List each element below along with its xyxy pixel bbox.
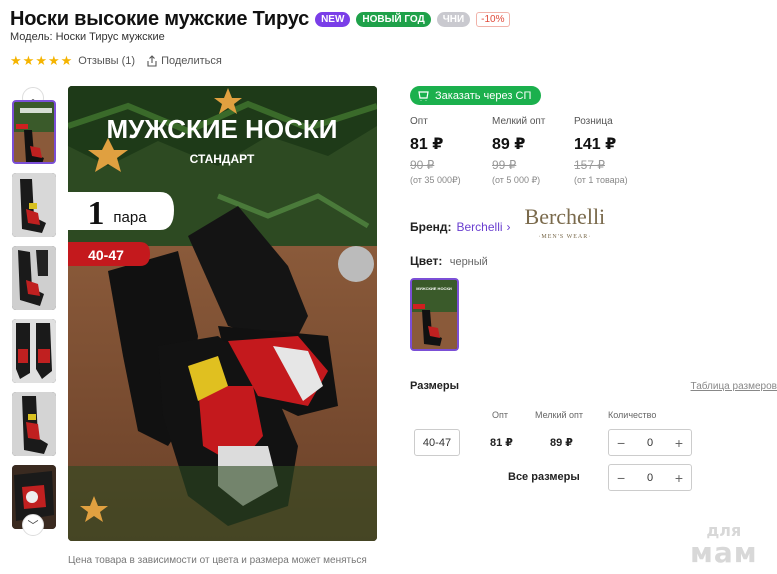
thumbnail-5[interactable] [12, 392, 56, 456]
color-value: черный [449, 256, 488, 268]
minus-button[interactable]: − [617, 435, 625, 451]
star-icon: ★ [60, 53, 73, 68]
star-icon: ★ [35, 53, 47, 68]
quantity-value[interactable]: 0 [647, 437, 653, 449]
color-label: Цвет: [410, 254, 443, 268]
price-value: 141 ₽ [574, 136, 617, 153]
pair-count: 1 [88, 195, 105, 232]
size-chart-link[interactable]: Таблица размеров [691, 381, 777, 392]
rating-stars: ★ ★ ★ ★ ★ [10, 54, 72, 68]
reviews-link[interactable]: Отзывы (1) [78, 55, 135, 67]
share-button[interactable]: Поделиться [147, 55, 222, 67]
thumbs-down-button[interactable]: ﹀ [22, 514, 44, 536]
all-sizes-stepper: − 0 + [608, 464, 692, 491]
col-header-small-opt: Мелкий опт [535, 410, 584, 420]
star-icon: ★ [47, 53, 60, 68]
col-header-opt: Опт [492, 410, 508, 420]
brand-row: Бренд: Berchelli › Berchelli ·MEN'S WEAR… [410, 206, 605, 248]
price-opt: Опт 81 ₽ 90 ₽ (от 35 000₽) [410, 116, 492, 186]
star-icon: ★ [10, 53, 22, 68]
chevron-right-icon: › [506, 220, 511, 234]
badge-new-year: НОВЫЙ ГОД [356, 12, 431, 27]
quantity-value[interactable]: 0 [647, 472, 653, 484]
plus-button[interactable]: + [675, 435, 683, 451]
size-chip[interactable]: 40-47 [414, 429, 460, 456]
thumbnail-3[interactable] [12, 246, 56, 310]
badge-chni: ЧНИ [436, 12, 471, 27]
price-caption: Цена товара в зависимости от цвета и раз… [68, 555, 367, 566]
swatch-text: МУЖСКИЕ НОСКИ [416, 286, 452, 291]
banner-subtitle: СТАНДАРТ [190, 152, 255, 166]
price-label: Розница [574, 116, 613, 127]
main-product-image[interactable]: МУЖСКИЕ НОСКИ СТАНДАРТ 1 пара 40-47 [68, 86, 377, 541]
chevron-down-icon: ﹀ [27, 520, 39, 532]
price-note: (от 1 товара) [574, 175, 628, 185]
price-retail: Розница 141 ₽ 157 ₽ (от 1 товара) [574, 116, 656, 186]
size-tag: 40-47 [88, 247, 124, 263]
brand-logo-sub: ·MEN'S WEAR· [538, 234, 592, 240]
price-table: Опт 81 ₽ 90 ₽ (от 35 000₽) Мелкий опт 89… [410, 116, 656, 186]
pair-word: пара [113, 209, 147, 226]
swatch-image: МУЖСКИЕ НОСКИ [412, 280, 457, 349]
brand-logo: Berchelli ·MEN'S WEAR· [525, 206, 606, 248]
price-old: 99 ₽ [492, 158, 517, 172]
price-small-opt: Мелкий опт 89 ₽ 99 ₽ (от 5 000 ₽) [492, 116, 574, 186]
star-icon: ★ [22, 53, 35, 68]
badge-new: NEW [315, 12, 351, 27]
col-header-qty: Количество [608, 410, 657, 420]
badge-discount: -10% [476, 12, 510, 27]
watermark: для мам [690, 520, 758, 569]
thumbnail-1[interactable] [12, 100, 56, 164]
share-label: Поделиться [161, 55, 222, 67]
order-sp-label: Заказать через СП [435, 89, 532, 102]
thumbnail-4[interactable] [12, 319, 56, 383]
price-label: Опт [410, 116, 428, 127]
price-value: 89 ₽ [492, 136, 526, 153]
brand-link[interactable]: Berchelli [457, 220, 503, 234]
price-note: (от 35 000₽) [410, 175, 461, 185]
sizes-title: Размеры [410, 380, 460, 392]
color-swatch-black[interactable]: МУЖСКИЕ НОСКИ [410, 278, 459, 351]
title-row: Носки высокие мужские Тирус NEW НОВЫЙ ГО… [10, 8, 510, 31]
price-old: 157 ₽ [574, 158, 605, 172]
row-price-opt: 81 ₽ [490, 437, 513, 449]
brand-label: Бренд: [410, 220, 452, 234]
quantity-stepper: − 0 + [608, 429, 692, 456]
product-model: Модель: Носки Тирус мужские [10, 31, 165, 43]
plus-button[interactable]: + [675, 470, 683, 486]
watermark-line2: мам [690, 536, 758, 569]
product-title: Носки высокие мужские Тирус [10, 8, 310, 30]
thumbnail-2[interactable] [12, 173, 56, 237]
order-sp-button[interactable]: Заказать через СП [410, 86, 542, 105]
price-old: 90 ₽ [410, 158, 435, 172]
price-label: Мелкий опт [492, 116, 546, 127]
price-value: 81 ₽ [410, 136, 444, 153]
share-icon [147, 55, 157, 67]
product-photo: МУЖСКИЕ НОСКИ СТАНДАРТ 1 пара 40-47 [68, 86, 377, 541]
minus-button[interactable]: − [617, 470, 625, 486]
thumbnail-strip: ︿ ﹀ [10, 87, 58, 540]
banner-title: МУЖСКИЕ НОСКИ [107, 114, 338, 144]
color-row: Цвет: черный [410, 254, 488, 268]
all-sizes-label: Все размеры [508, 471, 580, 483]
meta-row: ★ ★ ★ ★ ★ Отзывы (1) Поделиться [10, 54, 222, 68]
row-price-small-opt: 89 ₽ [550, 437, 573, 449]
price-note: (от 5 000 ₽) [492, 175, 541, 185]
cart-icon [418, 90, 429, 100]
